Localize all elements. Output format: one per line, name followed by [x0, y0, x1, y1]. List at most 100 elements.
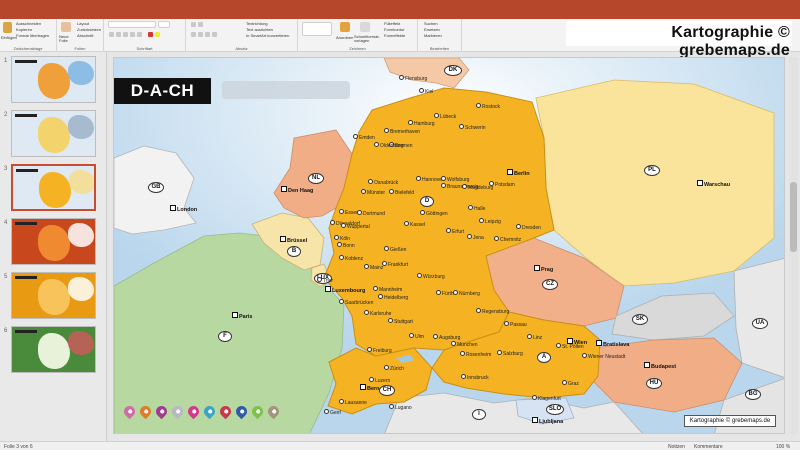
thumbnail-title-bar — [15, 222, 37, 225]
align-center-button[interactable] — [198, 32, 203, 37]
city-label: Osnabrück — [368, 179, 398, 186]
city-label: Heidelberg — [378, 294, 408, 301]
comments-button[interactable]: Kommentare — [694, 444, 723, 450]
thumbnail-map-shape — [38, 279, 70, 315]
country-code-label: CZ — [542, 279, 558, 290]
align-left-button[interactable] — [191, 32, 196, 37]
numbering-button[interactable] — [198, 22, 203, 27]
slide-thumbnail[interactable] — [11, 272, 96, 319]
city-label: Ulm — [409, 333, 424, 340]
text-direction-button[interactable]: Textrichtung — [246, 21, 268, 26]
bullets-button[interactable] — [191, 22, 196, 27]
city-label: Koblenz — [339, 255, 363, 262]
city-label: Kassel — [404, 221, 425, 228]
copy-button[interactable]: Kopieren — [16, 27, 32, 32]
ribbon-group-slides: Neue Folie Layout Zurücksetzen Abschnitt… — [57, 19, 104, 52]
smartart-button[interactable]: In SmartArt konvertieren — [246, 33, 289, 38]
city-label: Wuppertal — [341, 223, 370, 230]
find-button[interactable]: Suchen — [424, 21, 438, 26]
city-label: Magdeburg — [462, 184, 493, 191]
city-label: Rosenheim — [460, 351, 491, 358]
city-label: Linz — [527, 334, 542, 341]
slide-thumbnail[interactable] — [11, 326, 96, 373]
vertical-scrollbar[interactable] — [789, 57, 798, 434]
capital-label: Warschau — [697, 180, 730, 188]
capital-label: Prag — [534, 265, 553, 273]
city-label: Luzern — [369, 377, 390, 384]
country-code-label: HU — [646, 378, 662, 389]
slide-thumbnail[interactable] — [11, 110, 96, 157]
city-label: Augsburg — [433, 334, 460, 341]
italic-button[interactable] — [116, 32, 121, 37]
thumbnail-map-shape — [68, 223, 94, 247]
bold-button[interactable] — [109, 32, 114, 37]
select-button[interactable]: Markieren — [424, 33, 442, 38]
country-code-label: SK — [632, 314, 648, 325]
thumbnail-map-shape — [38, 63, 70, 99]
country-code-label: D — [420, 196, 434, 207]
ribbon-group-font: Schriftart — [104, 19, 186, 52]
shapes-gallery[interactable] — [302, 22, 332, 36]
city-label: Bielefeld — [389, 189, 414, 196]
zoom-level[interactable]: 100 % — [776, 444, 790, 450]
city-label: Dresden — [516, 224, 541, 231]
country-code-label: PL — [644, 165, 660, 176]
shape-fill-button[interactable]: Fülleffekt — [384, 21, 400, 26]
city-label: Lausanne — [339, 399, 367, 406]
paste-button[interactable]: Einfügen — [1, 35, 17, 40]
highlight-button[interactable] — [155, 32, 160, 37]
shape-outline-button[interactable]: Formkontur — [384, 27, 404, 32]
new-slide-button[interactable]: Neue Folie — [59, 35, 73, 43]
font-color-button[interactable] — [148, 32, 153, 37]
city-label: Trier — [317, 277, 333, 284]
city-label: Rostock — [476, 103, 500, 110]
replace-button[interactable]: Ersetzen — [424, 27, 440, 32]
city-label: Halle — [468, 205, 485, 212]
shadow-button[interactable] — [137, 32, 142, 37]
capital-label: London — [170, 205, 197, 213]
slide-thumbnail[interactable] — [11, 164, 96, 211]
quick-styles-icon[interactable] — [360, 22, 370, 32]
underline-button[interactable] — [123, 32, 128, 37]
capital-label: Brüssel — [280, 236, 307, 244]
paste-icon[interactable] — [3, 22, 12, 33]
slide-thumbnail[interactable] — [11, 56, 96, 103]
country-code-label: B — [287, 246, 301, 257]
editing-group-label: Bearbeiten — [429, 46, 450, 51]
city-label: Mainz — [364, 264, 383, 271]
font-name-box[interactable] — [108, 21, 156, 28]
city-label: Salzburg — [497, 350, 523, 357]
layout-button[interactable]: Layout — [77, 21, 89, 26]
scrollbar-thumb[interactable] — [790, 182, 797, 252]
shape-effects-button[interactable]: Formeffekte — [384, 33, 405, 38]
format-painter-button[interactable]: Format übertragen — [16, 33, 49, 38]
new-slide-icon[interactable] — [61, 22, 71, 32]
cut-button[interactable]: Ausschneiden — [16, 21, 41, 26]
thumbnail-map-shape — [39, 172, 71, 208]
capital-label: Berlin — [507, 169, 530, 177]
section-button[interactable]: Abschnitt — [77, 33, 93, 38]
arrange-button[interactable]: Anordnen — [336, 35, 353, 40]
arrange-icon[interactable] — [340, 22, 350, 32]
country-code-label: I — [472, 409, 486, 420]
city-label: Stuttgart — [388, 318, 413, 325]
city-label: Jena — [467, 234, 484, 241]
ribbon-group-paragraph: Textrichtung Text ausrichten In SmartArt… — [186, 19, 298, 52]
align-text-button[interactable]: Text ausrichten — [246, 27, 273, 32]
quick-styles-button[interactable]: Schnellformat-vorlagen — [354, 35, 380, 43]
align-right-button[interactable] — [205, 32, 210, 37]
font-size-box[interactable] — [158, 21, 170, 28]
city-label: Wolfsburg — [441, 176, 469, 183]
slide-title[interactable]: D-A-CH — [114, 78, 211, 104]
city-label: Münster — [361, 189, 385, 196]
reset-button[interactable]: Zurücksetzen — [77, 27, 101, 32]
justify-button[interactable] — [212, 32, 217, 37]
slide-canvas: D-A-CH Kartographie © grebemaps.de DK NL G… — [113, 57, 785, 434]
slide-thumbnail[interactable] — [11, 218, 96, 265]
city-label: St. Pölten — [556, 343, 584, 350]
city-label: Karlsruhe — [364, 310, 391, 317]
notes-button[interactable]: Notizen — [668, 444, 685, 450]
ribbon-group-drawing: Anordnen Schnellformat-vorlagen Fülleffe… — [298, 19, 418, 52]
slides-group-label: Folien — [74, 46, 86, 51]
strikethrough-button[interactable] — [130, 32, 135, 37]
